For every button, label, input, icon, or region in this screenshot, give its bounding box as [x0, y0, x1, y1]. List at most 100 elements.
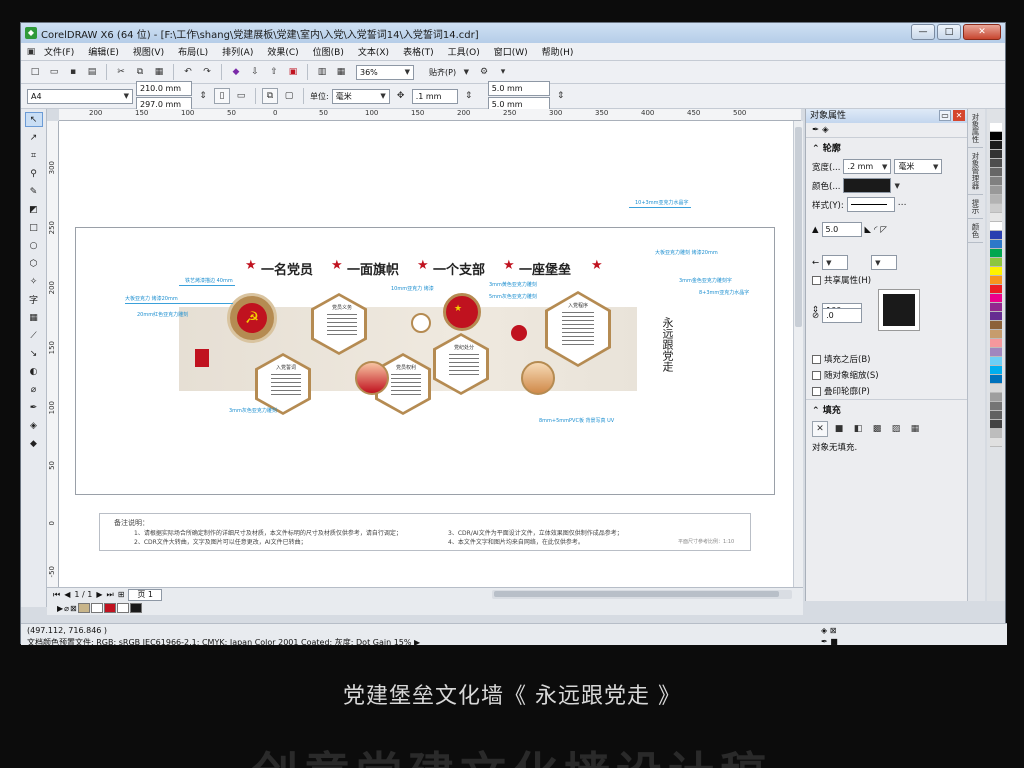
page-width-input[interactable]: 210.0 mm — [136, 80, 192, 96]
outline-unit-dropdown[interactable]: 毫米 ▼ — [894, 159, 943, 174]
print-icon[interactable]: ▤ — [84, 64, 100, 80]
interactive-fill-icon[interactable]: ◆ — [25, 436, 43, 451]
scroll-thumb[interactable] — [795, 127, 802, 327]
palette-swatch[interactable] — [990, 222, 1002, 231]
undo-icon[interactable]: ↶ — [180, 64, 196, 80]
eyedropper-icon[interactable]: ⌀ — [25, 382, 43, 397]
palette-swatch[interactable] — [990, 168, 1002, 177]
outline-pen-icon[interactable]: ✒ — [812, 125, 819, 135]
palette-swatch[interactable] — [990, 303, 1002, 312]
corner-bevel-icon[interactable]: ◸ — [880, 225, 887, 235]
palette-swatch[interactable] — [990, 402, 1002, 411]
page-tab[interactable]: 页 1 — [128, 588, 163, 601]
search-content-icon[interactable]: ◆ — [228, 64, 244, 80]
texture-fill-icon[interactable]: ▨ — [888, 421, 904, 437]
dimension-tool-icon[interactable]: ⟋ — [25, 328, 43, 343]
menu-help[interactable]: 帮助(H) — [535, 45, 581, 58]
color-profile-status[interactable]: 文档颜色预置文件: RGB: sRGB IEC61966-2.1; CMYK: … — [27, 638, 1001, 647]
palette-swatch[interactable] — [990, 321, 1002, 330]
menu-arrange[interactable]: 排列(A) — [215, 45, 260, 58]
corner-round-icon[interactable]: ◜ — [874, 225, 877, 235]
first-page-icon[interactable]: ⏮ — [53, 590, 60, 600]
stepper-icon[interactable]: ⇕ — [195, 88, 211, 104]
horizontal-ruler[interactable]: 200 150 100 50 0 50 100 150 200 250 300 … — [59, 109, 801, 121]
palette-swatch[interactable] — [990, 249, 1002, 258]
menu-tools[interactable]: 工具(O) — [441, 45, 487, 58]
docker-tab[interactable]: 对象管理器 — [968, 148, 983, 195]
unit-dropdown[interactable]: 毫米 ▼ — [331, 88, 390, 104]
last-page-icon[interactable]: ⏭ — [106, 590, 113, 600]
zoom-level-dropdown[interactable]: 36% ▼ — [356, 64, 414, 80]
palette-swatch[interactable] — [990, 240, 1002, 249]
rectangle-tool-icon[interactable]: □ — [25, 220, 43, 235]
palette-swatch[interactable] — [990, 384, 1002, 393]
polygon-tool-icon[interactable]: ⬡ — [25, 256, 43, 271]
landscape-icon[interactable]: ▭ — [233, 88, 249, 104]
outline-pen-icon[interactable]: ✒ — [25, 400, 43, 415]
vertical-ruler[interactable]: 300 250 200 150 100 50 0 -50 — [47, 121, 59, 587]
close-button[interactable]: ✕ — [963, 24, 1001, 40]
table-tool-icon[interactable]: ▦ — [25, 310, 43, 325]
title-bar[interactable]: ◆ CorelDRAW X6 (64 位) - [F:\工作\shang\党建展… — [21, 23, 1005, 43]
prev-page-icon[interactable]: ◀ — [64, 590, 70, 599]
import-icon[interactable]: ⇩ — [247, 64, 263, 80]
export-icon[interactable]: ⇧ — [266, 64, 282, 80]
outline-section-header[interactable]: ⌃ 轮廓 — [806, 137, 967, 157]
stepper-icon[interactable]: ⇕ — [553, 88, 569, 104]
start-arrow-dropdown[interactable]: ▼ — [822, 255, 849, 270]
fill-tool-icon[interactable]: ◈ — [25, 418, 43, 433]
menu-view[interactable]: 视图(V) — [126, 45, 171, 58]
miter-limit-input[interactable]: 5.0 — [821, 222, 862, 237]
palette-swatch[interactable] — [990, 258, 1002, 267]
pattern-fill-icon[interactable]: ▩ — [869, 421, 885, 437]
document-swatch[interactable] — [77, 603, 90, 613]
menu-bitmaps[interactable]: 位图(B) — [306, 45, 351, 58]
nudge-distance-input[interactable]: .1 mm — [411, 88, 458, 104]
cut-icon[interactable]: ✂ — [113, 64, 129, 80]
menu-edit[interactable]: 编辑(E) — [81, 45, 126, 58]
palette-swatch[interactable] — [990, 420, 1002, 429]
palette-swatch[interactable] — [990, 330, 1002, 339]
redo-icon[interactable]: ↷ — [199, 64, 215, 80]
palette-swatch[interactable] — [990, 312, 1002, 321]
text-tool-icon[interactable]: 字 — [25, 292, 43, 307]
snap-to-dropdown[interactable]: 贴齐(P) ▼ — [425, 65, 473, 80]
portrait-icon[interactable]: ▯ — [214, 88, 230, 104]
app-launcher-icon[interactable]: ▥ — [314, 64, 330, 80]
outline-indicator-icon[interactable]: ✒ ■ — [821, 637, 838, 646]
options-icon[interactable]: ⚙ — [476, 64, 492, 80]
next-page-icon[interactable]: ▶ — [96, 590, 102, 599]
overprint-checkbox[interactable] — [812, 386, 821, 396]
freehand-tool-icon[interactable]: ✎ — [25, 184, 43, 199]
docker-close-button[interactable]: ✕ — [953, 110, 965, 121]
palette-swatch[interactable] — [990, 339, 1002, 348]
docker-tab[interactable]: 对象属性 — [968, 109, 983, 148]
add-page-icon[interactable]: ⊞ — [118, 590, 125, 599]
publish-pdf-icon[interactable]: ▣ — [285, 64, 301, 80]
document-swatch[interactable] — [90, 603, 103, 613]
palette-swatch[interactable] — [990, 186, 1002, 195]
palette-swatch[interactable] — [990, 429, 1002, 438]
menu-text[interactable]: 文本(X) — [351, 45, 396, 58]
uniform-fill-icon[interactable]: ■ — [831, 421, 847, 437]
smart-fill-icon[interactable]: ◩ — [25, 202, 43, 217]
crop-tool-icon[interactable]: ⌗ — [25, 148, 43, 163]
palette-swatch[interactable] — [990, 357, 1002, 366]
palette-swatch[interactable] — [990, 438, 1002, 447]
palette-swatch[interactable] — [990, 294, 1002, 303]
palette-swatch[interactable] — [990, 348, 1002, 357]
angle-input[interactable]: .0 — [822, 308, 863, 323]
zoom-tool-icon[interactable]: ⚲ — [25, 166, 43, 181]
minimize-button[interactable]: — — [911, 24, 935, 40]
palette-swatch[interactable] — [990, 123, 1002, 132]
open-icon[interactable]: ▭ — [46, 64, 62, 80]
palette-swatch[interactable] — [990, 195, 1002, 204]
vertical-scrollbar[interactable] — [793, 121, 803, 587]
outline-width-dropdown[interactable]: .2 mm ▼ — [843, 159, 892, 174]
menu-layout[interactable]: 布局(L) — [171, 45, 215, 58]
all-pages-icon[interactable]: ⧉ — [262, 88, 278, 104]
edit-style-icon[interactable]: ⋯ — [898, 200, 907, 210]
docker-tab[interactable]: 颜色 — [968, 219, 983, 243]
stepper-icon[interactable]: ⇕ — [461, 88, 477, 104]
corner-miter-icon[interactable]: ◣ — [865, 225, 872, 235]
